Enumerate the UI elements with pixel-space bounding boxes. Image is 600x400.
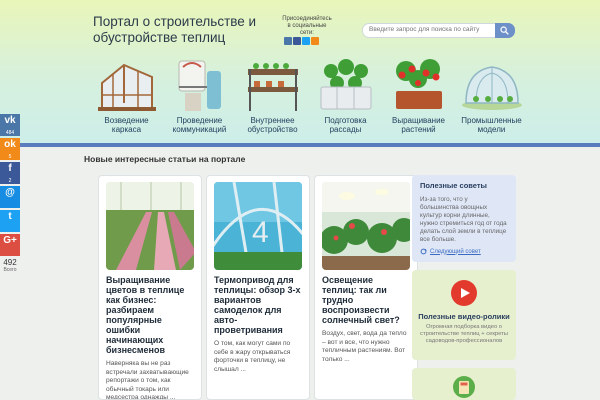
seedlings-icon [320, 59, 371, 110]
article-excerpt: О том, как могут сами по себе в жару отк… [214, 340, 291, 373]
social-share-sidebar: vk 484 ok 5 f 2 @ t G+ 492 Всего [0, 114, 20, 273]
videos-title[interactable]: Полезные видео-ролики [412, 312, 516, 321]
videos-text: Огромная подборка видео о строительстве … [420, 324, 508, 344]
article-image[interactable] [322, 182, 410, 270]
search-button[interactable] [495, 23, 515, 38]
header-divider [0, 143, 600, 147]
article-title[interactable]: Термопривод для теплицы: обзор 3-х вариа… [214, 275, 302, 335]
article-excerpt: Наверняка вы не раз встречали захватываю… [106, 360, 189, 400]
search-box [362, 23, 515, 38]
google-plus-share-button[interactable]: G+ [0, 234, 20, 256]
nav-item-industrial[interactable]: Промышленные модели [455, 55, 528, 139]
article-excerpt: Воздух, свет, вода да тепло – вот и все,… [322, 330, 407, 363]
calculator-icon [453, 376, 475, 398]
odnoklassniki-share-button[interactable]: ok 5 [0, 138, 20, 160]
next-tip-link[interactable]: Следующий совет [420, 248, 508, 255]
mail-icon: @ [5, 187, 15, 198]
site-title[interactable]: Портал о строительстве и обустройстве те… [93, 14, 273, 46]
nav-label: Внутреннее обустройство [247, 116, 298, 134]
refresh-icon [420, 248, 427, 255]
share-count: 2 [8, 178, 12, 184]
nav-label: Выращивание растений [392, 116, 445, 134]
tomato-plants-icon [395, 59, 442, 109]
nav-label: Возведение каркаса [104, 116, 149, 134]
sidebar-widget[interactable] [412, 368, 516, 400]
social-join-label: Присоединяйтесь в социальные сети: [282, 16, 332, 36]
nav-item-interior[interactable]: Внутреннее обустройство [236, 55, 309, 139]
nav-item-seedlings[interactable]: Подготовка рассады [309, 55, 382, 139]
twitter-mini-icon[interactable] [302, 37, 310, 45]
vk-icon: vk [4, 115, 16, 126]
header-social-icons [284, 37, 319, 45]
nav-item-growing[interactable]: Выращивание растений [382, 55, 455, 139]
main-content: Новые интересные статьи на портале [84, 154, 245, 164]
article-image[interactable] [106, 182, 194, 270]
share-total: 492 [3, 258, 17, 267]
odnoklassniki-icon: ok [4, 139, 16, 150]
facebook-mini-icon[interactable] [293, 37, 301, 45]
tips-title: Полезные советы [420, 181, 487, 190]
share-count: 484 [5, 130, 15, 136]
odnoklassniki-mini-icon[interactable] [311, 37, 319, 45]
section-title: Новые интересные статьи на портале [84, 154, 246, 164]
google-plus-icon: G+ [3, 235, 17, 246]
vk-mini-icon[interactable] [284, 37, 292, 45]
article-title[interactable]: Выращивание цветов в теплице как бизнес:… [106, 275, 194, 355]
tips-text: Из-за того, что у большинства овощных ку… [420, 196, 507, 243]
article-image[interactable]: 4 [214, 182, 302, 270]
svg-text:4: 4 [252, 216, 269, 249]
nav-item-communications[interactable]: Проведение коммуникаций [163, 55, 236, 139]
article-card[interactable]: Выращивание цветов в теплице как бизнес:… [98, 175, 202, 400]
vk-share-button[interactable]: vk 484 [0, 114, 20, 136]
twitter-share-button[interactable]: t [0, 210, 20, 232]
nav-item-frame[interactable]: Возведение каркаса [90, 55, 163, 139]
next-tip-label: Следующий совет [430, 248, 481, 255]
twitter-icon: t [8, 211, 12, 222]
shelving-icon [247, 63, 298, 111]
youtube-play-icon [451, 280, 477, 306]
nav-label: Промышленные модели [461, 116, 522, 134]
useful-videos-panel[interactable]: Полезные видео-ролики Огромная подборка … [412, 270, 516, 360]
water-tank-icon [178, 60, 221, 111]
greenhouse-frame-icon [97, 63, 156, 111]
search-input[interactable] [369, 26, 489, 33]
facebook-share-button[interactable]: f 2 [0, 162, 20, 184]
nav-label: Подготовка рассады [324, 116, 367, 134]
share-total-label: Всего [3, 267, 17, 273]
useful-tips-panel: Полезные советы Из-за того, что у больши… [412, 175, 516, 262]
article-card[interactable]: Освещение теплиц: так ли трудно воспроиз… [314, 175, 418, 400]
category-nav: Возведение каркаса Проведение коммуникац… [90, 55, 530, 139]
facebook-icon: f [8, 163, 12, 174]
search-icon [500, 26, 509, 35]
site-header: Портал о строительстве и обустройстве те… [0, 0, 600, 143]
mail-share-button[interactable]: @ [0, 186, 20, 208]
nav-label: Проведение коммуникаций [172, 116, 227, 134]
share-count: 5 [8, 154, 12, 160]
arched-greenhouse-icon [461, 66, 522, 110]
article-title[interactable]: Освещение теплиц: так ли трудно воспроиз… [322, 275, 410, 325]
article-card[interactable]: 4 Термопривод для теплицы: обзор 3-х вар… [206, 175, 310, 400]
